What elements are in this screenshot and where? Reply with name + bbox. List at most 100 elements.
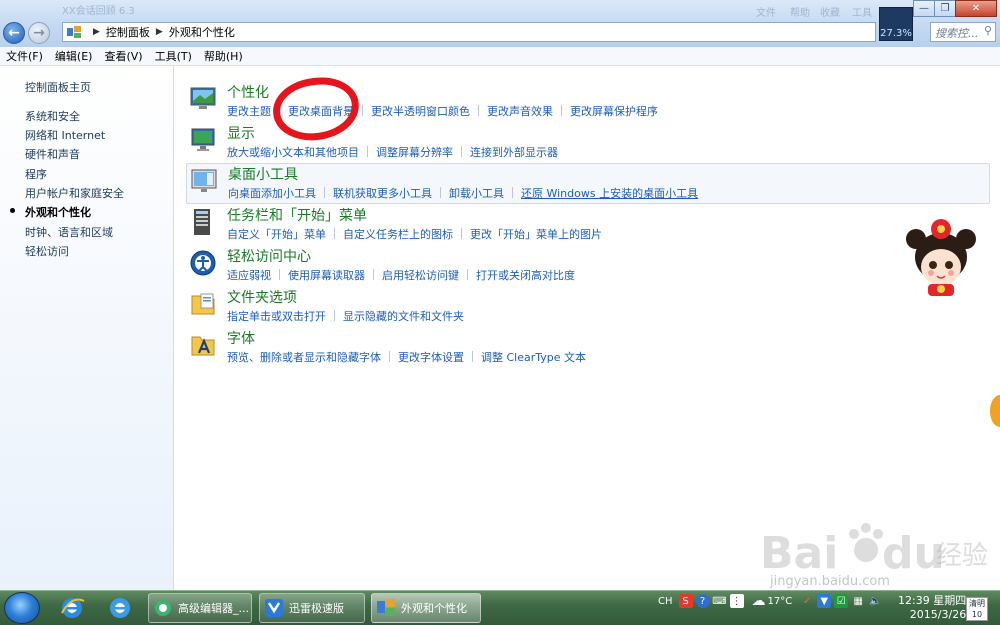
link-uninstall-gadget[interactable]: 卸载小工具 — [449, 185, 504, 201]
link-change-window-color[interactable]: 更改半透明窗口颜色 — [371, 103, 470, 119]
category-title[interactable]: 显示 — [227, 123, 255, 143]
restore-icon: ❐ — [940, 3, 950, 14]
link-cleartype[interactable]: 调整 ClearType 文本 — [481, 349, 586, 365]
sogou-ime-icon[interactable]: S — [678, 594, 693, 608]
cpu-usage-widget: 27.3% — [879, 7, 913, 41]
link-restore-gadgets[interactable]: 还原 Windows 上安装的桌面小工具 — [521, 185, 698, 201]
sidebar-item-network[interactable]: 网络和 Internet — [25, 127, 105, 143]
ghost-menu-favorites: 收藏 — [820, 8, 840, 19]
link-external-display[interactable]: 连接到外部显示器 — [470, 144, 558, 160]
menu-view[interactable]: 查看(V) — [104, 48, 142, 64]
weather-cloud-icon: ☁ — [751, 593, 766, 609]
sidebar-item-system-security[interactable]: 系统和安全 — [25, 108, 80, 124]
arrow-left-icon: ← — [8, 25, 20, 41]
link-change-theme[interactable]: 更改主题 — [227, 103, 271, 119]
volume-icon[interactable]: 🔈 — [868, 594, 882, 608]
arrow-right-icon: → — [33, 25, 45, 41]
sidebar-item-user-accounts[interactable]: 用户帐户和家庭安全 — [25, 185, 124, 201]
category-links: 放大或缩小文本和其他项目 调整屏幕分辨率 连接到外部显示器 — [227, 144, 558, 160]
sidebar-item-programs[interactable]: 程序 — [25, 166, 47, 182]
network-icon[interactable]: ▦ — [851, 594, 865, 608]
link-add-gadgets[interactable]: 向桌面添加小工具 — [228, 185, 316, 201]
help-icon[interactable]: ? — [695, 594, 710, 608]
category-title[interactable]: 文件夹选项 — [227, 287, 297, 307]
taskbar-btn-editor[interactable]: 高级编辑器_... — [148, 593, 252, 623]
forward-button[interactable]: → — [28, 22, 50, 44]
calendar-weather-badge[interactable]: 清明 10 — [966, 597, 988, 621]
window-title-ghost: XX会话回顾 6.3 — [62, 6, 135, 17]
sidebar-item-ease-of-access[interactable]: 轻松访问 — [25, 243, 69, 259]
link-change-desktop-background[interactable]: 更改桌面背景 — [288, 103, 354, 119]
taskbar-clock[interactable]: 12:39 星期四 2015/3/26 — [898, 594, 966, 622]
category-ease-of-access: 轻松访问中心 适应弱视 使用屏幕读取器 启用轻松访问键 打开或关闭高对比度 — [186, 246, 990, 286]
link-show-hidden-files[interactable]: 显示隐藏的文件和文件夹 — [343, 308, 464, 324]
menu-help[interactable]: 帮助(H) — [204, 48, 243, 64]
menu-file[interactable]: 文件(F) — [6, 48, 43, 64]
address-bar[interactable]: ▶ 控制面板 ▶ 外观和个性化 — [62, 22, 876, 42]
start-button[interactable] — [4, 592, 40, 624]
link-change-start-picture[interactable]: 更改「开始」菜单上的图片 — [470, 226, 602, 242]
breadcrumb-control-panel[interactable]: 控制面板 — [106, 24, 150, 40]
link-low-vision[interactable]: 适应弱视 — [227, 267, 271, 283]
ghost-menu-help: 帮助 — [790, 8, 810, 19]
temperature-readout: 17°C — [767, 595, 793, 607]
link-text-size[interactable]: 放大或缩小文本和其他项目 — [227, 144, 359, 160]
ghost-menu-file: 文件 — [756, 8, 776, 19]
category-display: 显示 放大或缩小文本和其他项目 调整屏幕分辨率 连接到外部显示器 — [186, 123, 990, 163]
svg-text:经验: 经验 — [936, 541, 988, 571]
link-accessibility-keys[interactable]: 启用轻松访问键 — [382, 267, 459, 283]
taskbar-btn-appearance[interactable]: 外观和个性化 — [371, 593, 481, 623]
clock-date: 2015/3/26 — [909, 608, 967, 621]
category-title[interactable]: 字体 — [227, 328, 255, 348]
search-input[interactable]: 搜索控... ⚲ — [930, 22, 996, 42]
settings-tray-icon[interactable]: ⋮ — [729, 594, 744, 608]
sidebar-item-home[interactable]: 控制面板主页 — [25, 79, 91, 95]
category-links: 预览、删除或者显示和隐藏字体 更改字体设置 调整 ClearType 文本 — [227, 349, 586, 365]
category-fonts: 字体 预览、删除或者显示和隐藏字体 更改字体设置 调整 ClearType 文本 — [186, 328, 990, 368]
menu-tools[interactable]: 工具(T) — [155, 48, 192, 64]
link-get-more-gadgets[interactable]: 联机获取更多小工具 — [333, 185, 432, 201]
menu-edit[interactable]: 编辑(E) — [55, 48, 93, 64]
category-title[interactable]: 任务栏和「开始」菜单 — [227, 205, 367, 225]
link-customize-start-menu[interactable]: 自定义「开始」菜单 — [227, 226, 326, 242]
category-title[interactable]: 个性化 — [227, 82, 269, 102]
close-button[interactable]: ✕ — [955, 0, 997, 17]
link-customize-taskbar-icons[interactable]: 自定义任务栏上的图标 — [343, 226, 453, 242]
taskbar-pin-ie[interactable] — [52, 593, 92, 623]
sidebar-item-appearance[interactable]: 外观和个性化 — [25, 204, 91, 220]
link-change-sounds[interactable]: 更改声音效果 — [487, 103, 553, 119]
ghost-menu-tools: 工具 — [852, 8, 872, 19]
breadcrumb-appearance[interactable]: 外观和个性化 — [169, 24, 235, 40]
link-high-contrast[interactable]: 打开或关闭高对比度 — [476, 267, 575, 283]
security-tray-icon[interactable]: ☑ — [834, 594, 849, 608]
browser-icon — [155, 600, 171, 616]
language-indicator[interactable]: CH — [658, 596, 673, 607]
category-title[interactable]: 轻松访问中心 — [227, 246, 311, 266]
taskbar-pin-ie2[interactable] — [100, 593, 140, 623]
maximize-button[interactable]: ❐ — [934, 0, 956, 17]
clock-time: 12:39 星期四 — [898, 594, 967, 607]
sidebar-item-hardware[interactable]: 硬件和声音 — [25, 146, 80, 162]
sidebar-item-clock-region[interactable]: 时钟、语言和区域 — [25, 224, 113, 240]
link-screen-reader[interactable]: 使用屏幕读取器 — [288, 267, 365, 283]
svg-text:du: du — [882, 528, 945, 579]
keyboard-icon[interactable]: ⌨ — [712, 594, 726, 608]
display-icon — [191, 128, 215, 151]
minimize-button[interactable]: — — [913, 0, 935, 17]
thunder-tray-icon[interactable]: ▼ — [817, 594, 832, 608]
link-preview-fonts[interactable]: 预览、删除或者显示和隐藏字体 — [227, 349, 381, 365]
category-links: 向桌面添加小工具 联机获取更多小工具 卸载小工具 还原 Windows 上安装的… — [228, 185, 698, 201]
flag-icon[interactable]: ✓ — [800, 594, 814, 608]
category-links: 指定单击或双击打开 显示隐藏的文件和文件夹 — [227, 308, 464, 324]
link-change-screensaver[interactable]: 更改屏幕保护程序 — [570, 103, 658, 119]
floating-widget-icon[interactable] — [990, 395, 1000, 427]
thunder-download-icon — [265, 599, 283, 617]
system-tray: CH S ? ⌨ ⋮ ☁ 17°C ✓ ▼ ☑ ▦ 🔈 — [658, 593, 885, 609]
taskbar-btn-thunder[interactable]: 迅雷极速版 — [259, 593, 365, 623]
link-font-settings[interactable]: 更改字体设置 — [398, 349, 464, 365]
link-single-double-click[interactable]: 指定单击或双击打开 — [227, 308, 326, 324]
category-title[interactable]: 桌面小工具 — [228, 164, 298, 184]
category-links: 适应弱视 使用屏幕读取器 启用轻松访问键 打开或关闭高对比度 — [227, 267, 575, 283]
link-screen-resolution[interactable]: 调整屏幕分辨率 — [376, 144, 453, 160]
back-button[interactable]: ← — [3, 22, 25, 44]
